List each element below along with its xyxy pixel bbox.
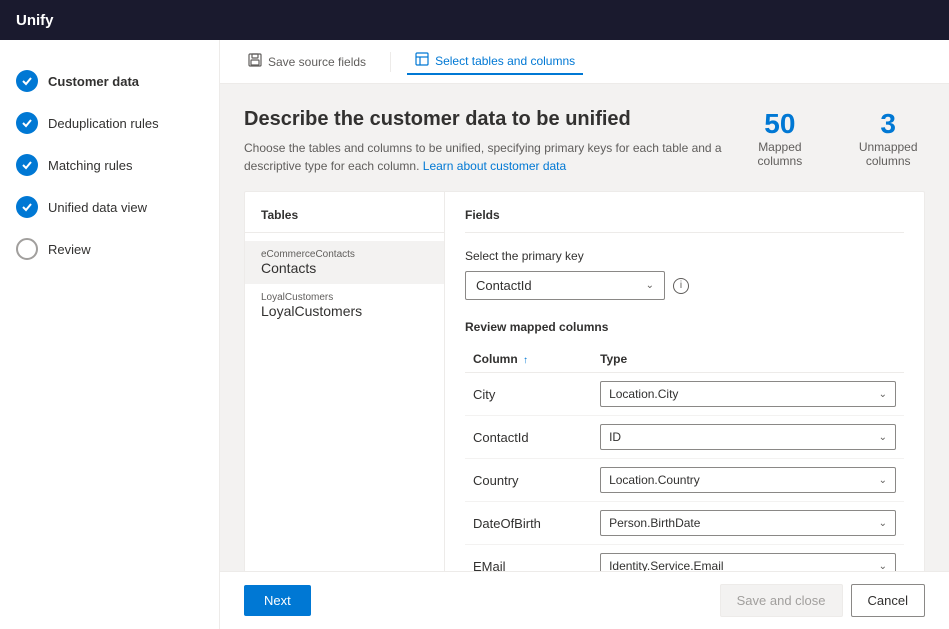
table-row: EMail Identity.Service.Email ⌄ [465, 545, 904, 572]
unmapped-count: 3 [851, 108, 925, 140]
save-fields-label: Save source fields [268, 55, 366, 69]
top-toolbar: Save source fields Select tables and col… [220, 40, 949, 84]
step-circle-1 [16, 70, 38, 92]
sidebar-label-matching: Matching rules [48, 158, 133, 173]
step-circle-3 [16, 154, 38, 176]
step-circle-4 [16, 196, 38, 218]
toolbar-separator [390, 52, 391, 72]
column-header: Column ↑ [465, 346, 592, 373]
table-item-loyal-customers[interactable]: LoyalCustomers LoyalCustomers [245, 284, 444, 327]
table-row: Country Location.Country ⌄ [465, 459, 904, 502]
type-cell: Location.Country ⌄ [592, 459, 904, 502]
type-value: ID [609, 430, 621, 444]
mapped-stat: 50 Mapped columns [748, 108, 811, 168]
chevron-down-icon: ⌄ [879, 475, 887, 486]
table-sub-ecommerce: eCommerceContacts [261, 249, 428, 260]
type-value: Location.City [609, 387, 678, 401]
page-footer: Next Save and close Cancel [220, 571, 949, 629]
column-name-cell: DateOfBirth [465, 502, 592, 545]
chevron-down-icon: ⌄ [879, 518, 887, 529]
unmapped-label: Unmapped columns [851, 140, 925, 168]
type-cell: Person.BirthDate ⌄ [592, 502, 904, 545]
save-fields-icon [248, 53, 262, 70]
page-header: Describe the customer data to be unified… [244, 108, 748, 175]
sidebar-label-customer-data: Customer data [48, 74, 139, 89]
table-name-loyal: LoyalCustomers [261, 303, 428, 319]
sidebar-item-customer-data[interactable]: Customer data [0, 60, 219, 102]
chevron-down-icon: ⌄ [646, 280, 654, 291]
sidebar-label-review: Review [48, 242, 91, 257]
fields-panel: Fields Select the primary key ContactId … [445, 192, 924, 571]
page-header-row: Describe the customer data to be unified… [244, 108, 925, 191]
page-content: Describe the customer data to be unified… [220, 84, 949, 571]
table-row: ContactId ID ⌄ [465, 416, 904, 459]
primary-key-label: Select the primary key [465, 249, 904, 263]
sidebar-item-unified-data-view[interactable]: Unified data view [0, 186, 219, 228]
mapped-label: Mapped columns [748, 140, 811, 168]
table-sub-loyal: LoyalCustomers [261, 292, 428, 303]
type-value: Identity.Service.Email [609, 559, 724, 571]
tables-panel: Tables eCommerceContacts Contacts LoyalC… [245, 192, 445, 571]
column-name-cell: Country [465, 459, 592, 502]
columns-table: Column ↑ Type City Location.City ⌄ [465, 346, 904, 571]
page-description: Choose the tables and columns to be unif… [244, 139, 748, 175]
info-icon[interactable]: i [673, 278, 689, 294]
sidebar: Customer data Deduplication rules Matchi… [0, 40, 220, 629]
column-name-cell: EMail [465, 545, 592, 572]
column-name-cell: City [465, 373, 592, 416]
table-icon [415, 52, 429, 69]
type-dropdown-1[interactable]: ID ⌄ [600, 424, 896, 450]
select-tables-button[interactable]: Select tables and columns [407, 48, 583, 75]
table-item-contacts[interactable]: eCommerceContacts Contacts [245, 241, 444, 284]
unmapped-stat: 3 Unmapped columns [851, 108, 925, 168]
review-section-label: Review mapped columns [465, 320, 904, 334]
sidebar-item-deduplication-rules[interactable]: Deduplication rules [0, 102, 219, 144]
sidebar-item-review[interactable]: Review [0, 228, 219, 270]
chevron-down-icon: ⌄ [879, 561, 887, 572]
type-dropdown-0[interactable]: Location.City ⌄ [600, 381, 896, 407]
app-header: Unify [0, 0, 949, 40]
type-cell: Identity.Service.Email ⌄ [592, 545, 904, 572]
table-row: City Location.City ⌄ [465, 373, 904, 416]
sidebar-label-unified: Unified data view [48, 200, 147, 215]
type-value: Person.BirthDate [609, 516, 700, 530]
type-dropdown-3[interactable]: Person.BirthDate ⌄ [600, 510, 896, 536]
column-name-cell: ContactId [465, 416, 592, 459]
table-name-contacts: Contacts [261, 260, 428, 276]
primary-key-row: ContactId ⌄ i [465, 271, 904, 300]
sidebar-label-deduplication: Deduplication rules [48, 116, 159, 131]
type-cell: ID ⌄ [592, 416, 904, 459]
select-tables-label: Select tables and columns [435, 54, 575, 68]
sidebar-item-matching-rules[interactable]: Matching rules [0, 144, 219, 186]
chevron-down-icon: ⌄ [879, 432, 887, 443]
save-close-button: Save and close [720, 584, 843, 617]
primary-key-value: ContactId [476, 278, 532, 293]
page-title: Describe the customer data to be unified [244, 108, 748, 131]
type-header: Type [592, 346, 904, 373]
fields-panel-header: Fields [465, 208, 904, 233]
sort-icon[interactable]: ↑ [523, 355, 528, 366]
footer-left: Next [244, 585, 311, 616]
table-row: DateOfBirth Person.BirthDate ⌄ [465, 502, 904, 545]
step-circle-5 [16, 238, 38, 260]
primary-key-dropdown[interactable]: ContactId ⌄ [465, 271, 665, 300]
header-stats: 50 Mapped columns 3 Unmapped columns [748, 108, 925, 168]
mapped-count: 50 [748, 108, 811, 140]
cancel-button[interactable]: Cancel [851, 584, 925, 617]
type-value: Location.Country [609, 473, 700, 487]
step-circle-2 [16, 112, 38, 134]
content-area: Save source fields Select tables and col… [220, 40, 949, 629]
chevron-down-icon: ⌄ [879, 389, 887, 400]
next-button[interactable]: Next [244, 585, 311, 616]
type-cell: Location.City ⌄ [592, 373, 904, 416]
type-dropdown-2[interactable]: Location.Country ⌄ [600, 467, 896, 493]
type-dropdown-4[interactable]: Identity.Service.Email ⌄ [600, 553, 896, 571]
learn-link[interactable]: Learn about customer data [423, 159, 566, 173]
app-title: Unify [16, 12, 54, 29]
tables-panel-header: Tables [245, 208, 444, 233]
footer-right: Save and close Cancel [720, 584, 925, 617]
primary-key-section: Select the primary key ContactId ⌄ i [465, 249, 904, 300]
save-source-fields-button[interactable]: Save source fields [240, 49, 374, 74]
two-col-layout: Tables eCommerceContacts Contacts LoyalC… [244, 191, 925, 571]
